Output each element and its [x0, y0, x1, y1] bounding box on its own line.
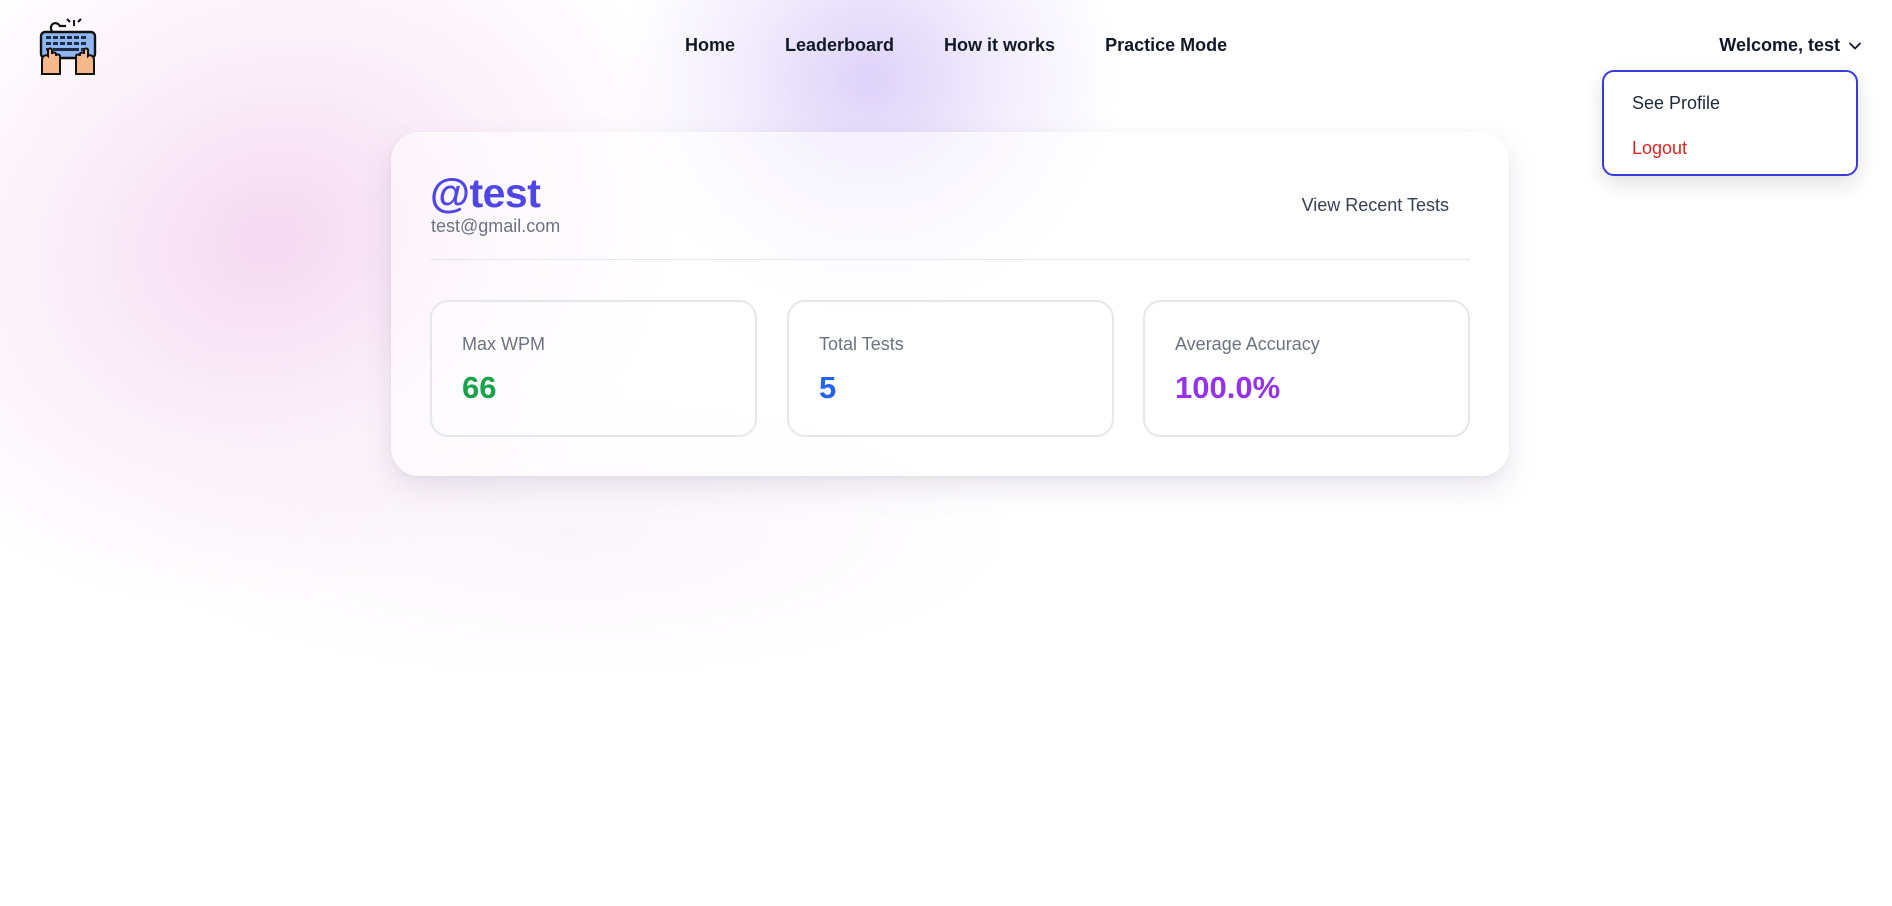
profile-username: @test: [430, 170, 541, 216]
nav-home[interactable]: Home: [685, 35, 735, 56]
divider: [430, 259, 1470, 260]
stat-card-average-accuracy: Average Accuracy 100.0%: [1143, 300, 1470, 437]
logout-item[interactable]: Logout: [1632, 138, 1687, 159]
stat-value: 5: [819, 370, 837, 405]
stat-label: Average Accuracy: [1175, 334, 1320, 354]
page: Home Leaderboard How it works Practice M…: [0, 0, 1892, 906]
stat-card-total-tests: Total Tests 5: [787, 300, 1114, 437]
stat-value: 100.0%: [1175, 370, 1281, 405]
user-dropdown-menu: See Profile Logout: [1602, 70, 1858, 176]
stat-label: Max WPM: [462, 334, 545, 354]
stat-value: 66: [462, 370, 497, 405]
keyboard-hands-icon[interactable]: [38, 18, 98, 76]
see-profile-item[interactable]: See Profile: [1632, 93, 1720, 114]
welcome-label: Welcome, test: [1719, 35, 1840, 55]
chevron-down-icon: [1848, 39, 1862, 53]
profile-card: @test test@gmail.com View Recent Tests M…: [391, 132, 1509, 476]
logo-svg: [39, 18, 97, 75]
nav-leaderboard[interactable]: Leaderboard: [785, 35, 894, 56]
stat-label: Total Tests: [819, 334, 904, 354]
main-nav: Home Leaderboard How it works Practice M…: [685, 35, 1227, 56]
stat-card-max-wpm: Max WPM 66: [430, 300, 757, 437]
user-menu-toggle[interactable]: Welcome, test: [1719, 35, 1862, 56]
nav-practice-mode[interactable]: Practice Mode: [1105, 35, 1227, 56]
nav-how-it-works[interactable]: How it works: [944, 35, 1055, 56]
view-recent-tests-button[interactable]: View Recent Tests: [1302, 195, 1449, 216]
profile-email: test@gmail.com: [431, 216, 561, 236]
